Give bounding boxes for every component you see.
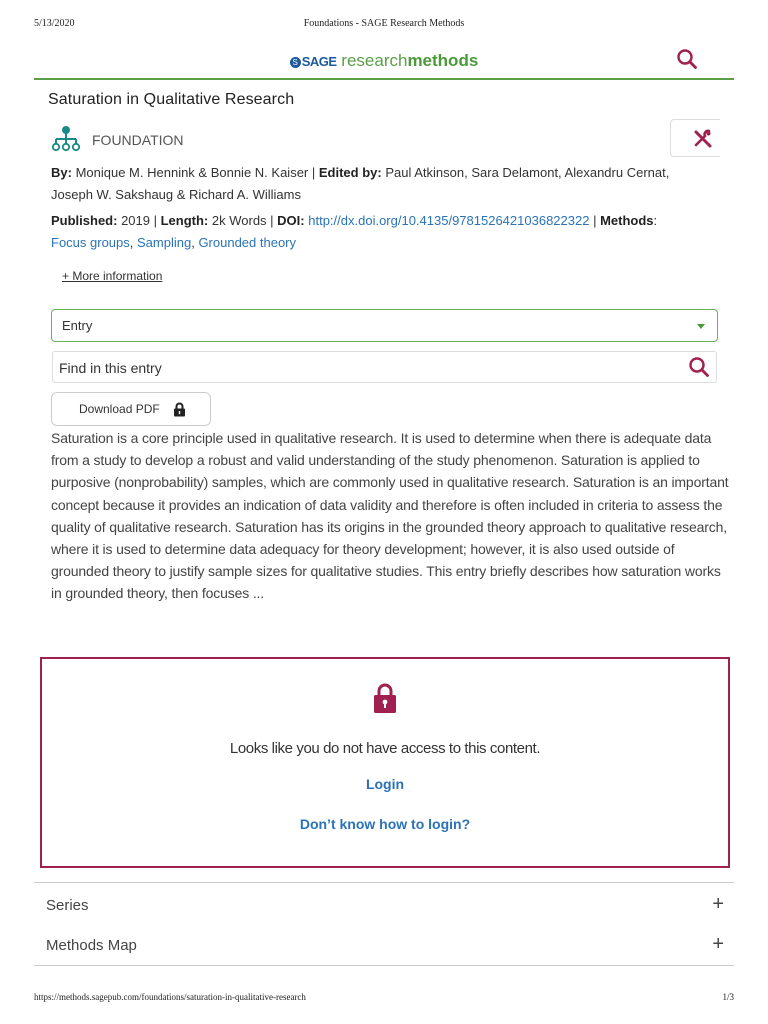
hierarchy-icon	[51, 126, 81, 152]
find-search-button[interactable]	[688, 356, 710, 378]
find-in-entry	[52, 351, 717, 383]
login-help-row: Don’t know how to login?	[42, 816, 728, 832]
sage-research-methods-logo[interactable]: S SAGE researchmethods	[34, 51, 734, 71]
editors-continued: Joseph W. Sakshaug & Richard A. Williams	[51, 187, 301, 202]
site-header: S SAGE researchmethods	[34, 44, 734, 80]
accordion-methods-map[interactable]: Methods Map +	[34, 925, 734, 965]
accordion: Series + Methods Map +	[34, 882, 734, 966]
accordion-methods-map-label: Methods Map	[46, 937, 137, 954]
entry-authors: By: Monique M. Hennink & Bonnie N. Kaise…	[51, 165, 670, 202]
method-link-focus-groups[interactable]: Focus groups	[51, 235, 130, 250]
published-label: Published:	[51, 213, 118, 228]
lock-icon	[174, 402, 185, 417]
print-page-number: 1/3	[722, 992, 734, 1002]
methods-label: Methods	[600, 213, 654, 228]
caret-down-icon	[697, 324, 705, 329]
content-type-label: FOUNDATION	[92, 132, 184, 148]
accordion-series[interactable]: Series +	[34, 885, 734, 925]
entry-abstract: Saturation is a core principle used in q…	[51, 430, 729, 602]
more-information-toggle[interactable]: + More information	[62, 269, 162, 283]
print-url: https://methods.sagepub.com/foundations/…	[34, 992, 306, 1002]
lock-icon	[374, 683, 396, 713]
logo-methods: methods	[407, 51, 479, 70]
authors: Monique M. Hennink & Bonnie N. Kaiser	[75, 165, 309, 180]
access-restricted-panel: Looks like you do not have access to thi…	[40, 657, 730, 868]
find-in-entry-input[interactable]	[59, 357, 669, 379]
section-select[interactable]: Entry	[51, 309, 718, 342]
entry-publication-info: Published: 2019 | Length: 2k Words | DOI…	[51, 213, 658, 250]
editors: Paul Atkinson, Sara Delamont, Alexandru …	[385, 165, 670, 180]
access-message: Looks like you do not have access to thi…	[229, 740, 541, 757]
login-link-row: Login	[42, 776, 728, 792]
search-icon	[677, 49, 697, 69]
login-help-link[interactable]: Don’t know how to login?	[300, 816, 470, 832]
logo-research: research	[341, 51, 408, 70]
method-link-grounded-theory[interactable]: Grounded theory	[198, 235, 296, 250]
edited-by-label: Edited by:	[318, 165, 382, 180]
sage-logo-icon: S	[289, 57, 301, 68]
header-search-button[interactable]	[676, 48, 698, 70]
method-link-sampling[interactable]: Sampling	[137, 235, 191, 250]
tools-icon	[694, 129, 712, 148]
plus-icon: +	[712, 893, 724, 915]
plus-icon: +	[712, 933, 724, 955]
accordion-series-label: Series	[46, 897, 89, 914]
download-pdf-button[interactable]: Download PDF	[51, 392, 211, 426]
print-header: 5/13/2020 Foundations - SAGE Research Me…	[0, 16, 768, 32]
length-label: Length:	[160, 213, 209, 228]
doi-label: DOI:	[277, 213, 305, 228]
login-link[interactable]: Login	[366, 776, 404, 792]
search-icon	[689, 357, 709, 377]
download-pdf-label: Download PDF	[79, 402, 160, 416]
section-select-value: Entry	[62, 318, 93, 333]
doi-link[interactable]: http://dx.doi.org/10.4135/97815264210368…	[308, 213, 589, 228]
by-label: By:	[51, 165, 72, 180]
logo-sage: SAGE	[301, 54, 337, 69]
published-year: 2019	[121, 213, 150, 228]
print-title: Foundations - SAGE Research Methods	[303, 18, 465, 29]
length-value: 2k Words	[211, 213, 267, 228]
tools-button[interactable]	[670, 119, 720, 157]
entry-title: Saturation in Qualitative Research	[48, 91, 295, 108]
